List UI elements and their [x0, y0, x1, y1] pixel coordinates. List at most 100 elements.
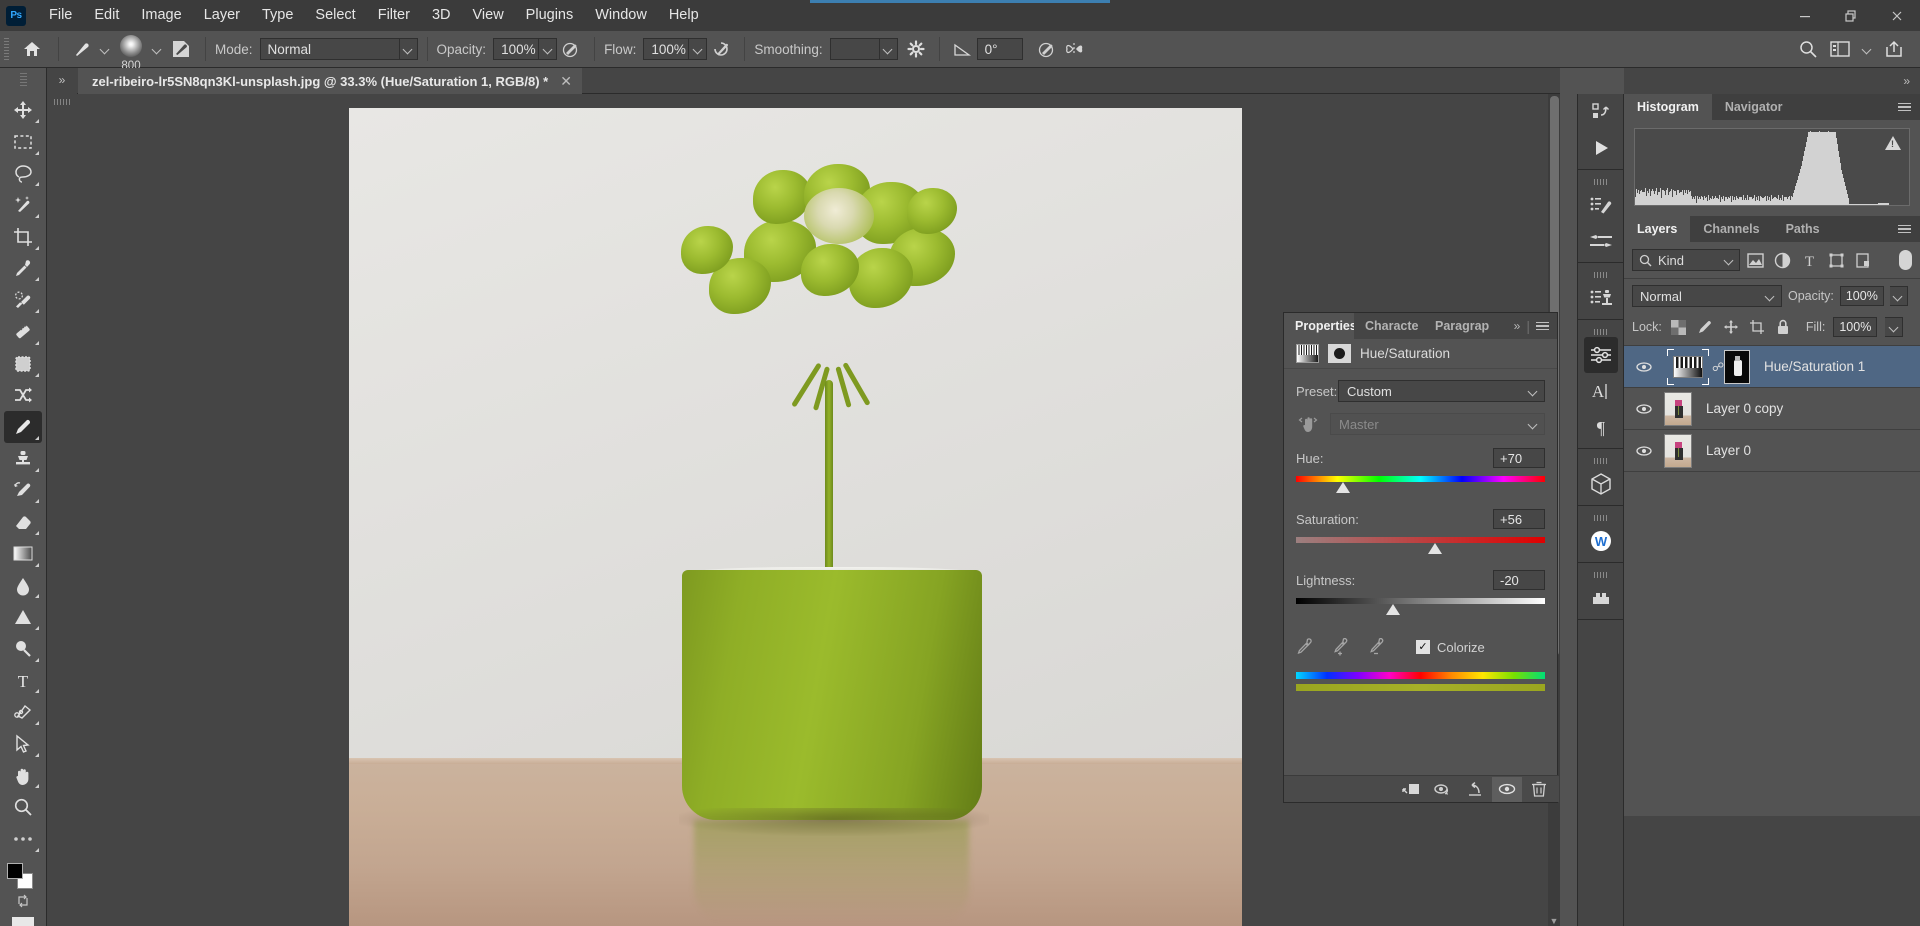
brush-angle-icon[interactable] [949, 36, 977, 62]
pressure-size-icon[interactable] [1033, 36, 1061, 62]
previous-state-icon[interactable] [1428, 777, 1458, 802]
foreground-color-swatch[interactable] [7, 863, 23, 879]
swap-colors-icon[interactable] [16, 894, 30, 911]
tool-eyedropper[interactable] [4, 253, 42, 285]
layer-mask-icon[interactable] [1328, 344, 1351, 363]
airbrush-icon[interactable] [707, 36, 735, 62]
tool-hand[interactable] [4, 760, 42, 792]
options-bar-grip[interactable] [4, 38, 9, 60]
tool-object-selection[interactable] [4, 189, 42, 221]
rail-libraries-icon[interactable] [1584, 94, 1618, 130]
menu-help[interactable]: Help [658, 0, 710, 31]
opacity-input[interactable]: 100% [493, 38, 539, 60]
lock-image-pixels-icon[interactable] [1696, 318, 1714, 336]
toggle-visibility-eye-icon[interactable] [1492, 777, 1522, 802]
histogram-graph[interactable] [1634, 128, 1910, 206]
smoothing-input[interactable] [830, 38, 880, 60]
clip-to-layer-icon[interactable] [1396, 777, 1426, 802]
layer-blend-mode-select[interactable]: Normal [1632, 285, 1782, 307]
lock-position-icon[interactable] [1722, 318, 1740, 336]
brush-preset-icon[interactable] [68, 36, 96, 62]
layer-thumbnail[interactable] [1664, 392, 1692, 426]
quick-mask-toggle[interactable] [12, 917, 34, 926]
panel-menu-icon[interactable] [1536, 322, 1549, 331]
layer-row-layer-0-copy[interactable]: Layer 0 copy [1624, 388, 1920, 430]
filter-pixel-icon[interactable] [1743, 249, 1767, 271]
tab-paragraph[interactable]: Paragrap [1424, 313, 1494, 339]
document-image[interactable] [349, 108, 1242, 926]
layer-opacity-caret[interactable] [1890, 286, 1908, 306]
brush-angle-input[interactable]: 0° [977, 38, 1023, 60]
tool-lasso[interactable] [4, 158, 42, 190]
filter-type-icon[interactable]: T [1797, 249, 1821, 271]
left-dock-grip[interactable] [54, 99, 70, 105]
layer-mask-thumbnail[interactable] [1724, 350, 1750, 384]
tab-properties[interactable]: Properties [1284, 313, 1354, 339]
search-icon[interactable] [1794, 36, 1822, 62]
lightness-slider-track[interactable] [1296, 598, 1545, 618]
layer-row-hue-saturation-1[interactable]: ☍ Hue/Saturation 1 [1624, 346, 1920, 388]
saturation-slider-thumb[interactable] [1428, 543, 1442, 554]
tool-pen[interactable] [4, 696, 42, 728]
rail-group-grip[interactable] [1594, 179, 1608, 185]
tool-dodge[interactable] [4, 601, 42, 633]
trash-icon[interactable] [1524, 777, 1554, 802]
rail-plugins-icon[interactable] [1584, 580, 1618, 616]
saturation-slider-track[interactable] [1296, 537, 1545, 557]
minimize-button[interactable] [1782, 0, 1828, 31]
on-image-adjustment-hand-icon[interactable] [1296, 413, 1320, 435]
layer-opacity-input[interactable]: 100% [1840, 286, 1884, 306]
workspace-switcher-icon[interactable] [1826, 36, 1854, 62]
menu-3d[interactable]: 3D [421, 0, 462, 31]
tool-patch[interactable] [4, 316, 42, 348]
filter-shape-icon[interactable] [1824, 249, 1848, 271]
scroll-down-arrow-icon[interactable]: ▼ [1549, 916, 1559, 926]
lock-artboard-nesting-icon[interactable] [1748, 318, 1766, 336]
panel-menu-icon[interactable] [1898, 225, 1911, 234]
blend-mode-select[interactable]: Normal [260, 38, 400, 60]
menu-layer[interactable]: Layer [193, 0, 251, 31]
flow-caret[interactable] [689, 38, 707, 60]
pressure-opacity-icon[interactable] [557, 36, 585, 62]
rail-group-grip[interactable] [1594, 272, 1608, 278]
tool-eraser[interactable] [4, 506, 42, 538]
lightness-slider-thumb[interactable] [1386, 604, 1400, 615]
layer-adjustment-thumbnail[interactable] [1664, 347, 1712, 387]
panel-menu-icon[interactable] [1898, 103, 1911, 112]
flow-input[interactable]: 100% [643, 38, 689, 60]
brush-preset-picker-caret[interactable] [148, 36, 166, 62]
close-icon[interactable]: ✕ [560, 73, 572, 90]
smoothing-options-gear-icon[interactable] [902, 36, 930, 62]
rail-group-grip[interactable] [1594, 329, 1608, 335]
colorize-checkbox[interactable]: ✓ [1416, 640, 1430, 654]
rail-actions-play-icon[interactable] [1584, 130, 1618, 166]
mask-link-icon[interactable]: ☍ [1712, 360, 1724, 374]
workspace-caret[interactable] [1858, 36, 1876, 62]
tab-layers[interactable]: Layers [1624, 216, 1690, 242]
rail-group-grip[interactable] [1594, 515, 1608, 521]
rail-group-grip[interactable] [1594, 572, 1608, 578]
fill-caret[interactable] [1885, 317, 1903, 337]
filter-smart-object-icon[interactable] [1851, 249, 1875, 271]
layer-name[interactable]: Layer 0 [1706, 443, 1751, 458]
collapse-dock-chevron-icon[interactable]: » [1903, 74, 1910, 88]
tab-histogram[interactable]: Histogram [1624, 94, 1712, 120]
smoothing-caret[interactable] [880, 38, 898, 60]
tool-zoom[interactable] [4, 791, 42, 823]
brush-size-preview[interactable]: 800 [114, 35, 148, 63]
tool-crop[interactable] [4, 221, 42, 253]
expand-dock-chevron-icon[interactable]: » [47, 68, 77, 87]
reset-icon[interactable] [1460, 777, 1490, 802]
tool-brush[interactable] [4, 411, 42, 443]
tab-navigator[interactable]: Navigator [1712, 94, 1796, 120]
lightness-value-input[interactable]: -20 [1493, 570, 1545, 590]
output-color-result-bar[interactable] [1296, 684, 1545, 691]
color-swatches[interactable] [6, 861, 40, 892]
layer-visibility-eye-icon[interactable] [1624, 403, 1664, 415]
symmetry-butterfly-icon[interactable] [1061, 36, 1089, 62]
opacity-caret[interactable] [539, 38, 557, 60]
tool-gradient[interactable] [4, 538, 42, 570]
input-color-spectrum-bar[interactable] [1296, 672, 1545, 679]
colorize-control[interactable]: ✓ Colorize [1416, 640, 1485, 655]
brush-preset-dropdown-caret[interactable] [96, 36, 114, 62]
